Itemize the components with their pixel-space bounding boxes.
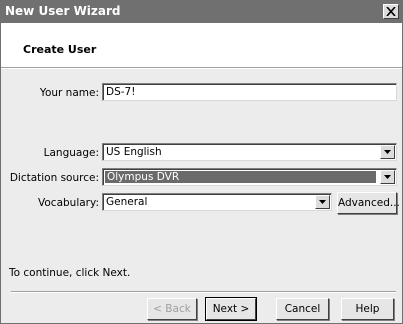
- close-icon: [386, 7, 396, 16]
- header-divider: [1, 67, 402, 69]
- page-title: Create User: [23, 43, 97, 56]
- language-label: Language:: [43, 147, 99, 159]
- name-input[interactable]: DS-7!: [102, 83, 397, 101]
- name-label: Your name:: [39, 87, 99, 99]
- vocabulary-label: Vocabulary:: [38, 197, 99, 209]
- advanced-button[interactable]: Advanced...: [337, 192, 400, 214]
- language-select[interactable]: US English: [102, 143, 397, 161]
- footer-divider: [11, 291, 396, 293]
- chevron-down-icon: [384, 175, 391, 179]
- vocabulary-value: General: [106, 196, 148, 208]
- window-title: New User Wizard: [5, 4, 121, 18]
- vocabulary-select[interactable]: General: [102, 193, 332, 211]
- language-value: US English: [106, 146, 162, 158]
- wizard-window: New User Wizard Create User Your name: D…: [0, 0, 403, 324]
- dictation-select[interactable]: Olympus DVR: [102, 168, 397, 186]
- continue-hint: To continue, click Next.: [9, 267, 131, 279]
- chevron-down-icon: [384, 150, 391, 154]
- chevron-down-icon: [319, 200, 326, 204]
- vocabulary-dropdown-button[interactable]: [315, 195, 330, 209]
- dictation-label: Dictation source:: [9, 172, 99, 184]
- cancel-button[interactable]: Cancel: [276, 298, 329, 320]
- title-bar[interactable]: New User Wizard: [1, 1, 402, 23]
- header-panel: Create User: [1, 23, 402, 67]
- dictation-dropdown-button[interactable]: [380, 170, 395, 184]
- close-button[interactable]: [383, 4, 399, 19]
- back-button[interactable]: < Back: [147, 298, 197, 320]
- dictation-value: Olympus DVR: [105, 171, 376, 183]
- language-dropdown-button[interactable]: [380, 145, 395, 159]
- help-button[interactable]: Help: [341, 298, 394, 320]
- next-button[interactable]: Next >: [205, 297, 257, 321]
